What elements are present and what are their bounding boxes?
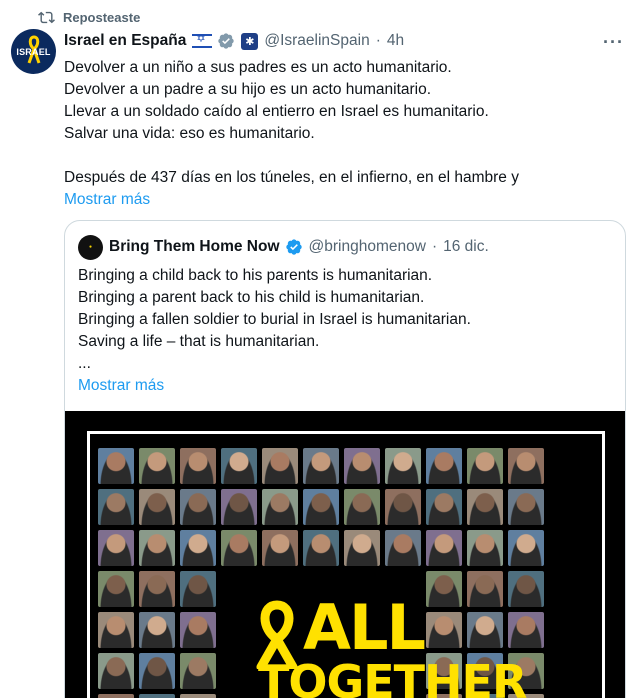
verified-badge-icon (285, 239, 302, 255)
quote-header: ● Bring Them Home Now @bringhomenow · 16… (78, 234, 489, 260)
author-handle[interactable]: @IsraelinSpain (264, 32, 369, 50)
hostage-photo-tile (139, 694, 175, 698)
hostage-photo-tile (139, 448, 175, 484)
hostage-photo-tile (467, 530, 503, 566)
hostage-photo-tile (303, 448, 339, 484)
poster-word-all: ALL (303, 591, 426, 664)
quote-post-time[interactable]: 16 dic. (443, 238, 489, 256)
tweet-line: Llevar a un soldado caído al entierro en… (64, 103, 489, 120)
hostage-photo-tile (262, 489, 298, 525)
author-avatar[interactable]: ISRAEL (11, 29, 56, 74)
hostage-photo-tile (467, 489, 503, 525)
hostage-photo-tile (467, 448, 503, 484)
hostage-photo-tile (180, 653, 216, 689)
hostage-photo-tile (180, 612, 216, 648)
hostage-photo-tile (426, 612, 462, 648)
hostage-photo-tile (344, 448, 380, 484)
israel-flag-icon (192, 32, 213, 48)
hostage-photo-tile (221, 448, 257, 484)
hostage-photo-tile (508, 530, 544, 566)
hostage-photo-tile (98, 694, 134, 698)
hostage-photo-tile (98, 571, 134, 607)
hostage-photo-tile (180, 571, 216, 607)
hostage-photo-tile (262, 530, 298, 566)
repost-label: Reposteaste (63, 9, 141, 25)
hostage-photo-tile (385, 530, 421, 566)
quote-author-avatar[interactable]: ● (78, 234, 103, 260)
quote-show-more-link[interactable]: Mostrar más (78, 375, 598, 397)
hostage-photo-tile (221, 489, 257, 525)
quote-line: Bringing a fallen soldier to burial in I… (78, 311, 471, 328)
avatar-brand-text: ISRAEL (16, 46, 51, 57)
more-options-icon[interactable]: ··· (603, 32, 624, 53)
quote-author-handle[interactable]: @bringhomenow (309, 238, 426, 256)
hostage-photo-tile (139, 489, 175, 525)
hostage-photo-tile (98, 448, 134, 484)
hostage-photo-tile (303, 489, 339, 525)
hostage-photo-tile (426, 448, 462, 484)
hostage-photo-tile (180, 448, 216, 484)
tweet-line-blank (64, 145, 624, 167)
hostage-photo-tile (180, 694, 216, 698)
hostage-photo-tile (344, 489, 380, 525)
verified-badge-icon (218, 33, 235, 49)
meta-separator: · (375, 32, 381, 49)
tweet-header: Israel en España ✱ @IsraelinSpain · 4h (64, 31, 630, 51)
hostage-photo-tile (467, 571, 503, 607)
hostage-photo-tile (467, 612, 503, 648)
hostage-photo-tile (139, 530, 175, 566)
post-time[interactable]: 4h (387, 32, 404, 50)
quote-line: Bringing a parent back to his child is h… (78, 289, 425, 306)
hostage-photo-tile (98, 653, 134, 689)
hostage-photo-tile (508, 571, 544, 607)
hostage-photo-tile (508, 489, 544, 525)
hostage-photo-tile (98, 489, 134, 525)
quote-line: ... (78, 355, 91, 372)
hostage-photo-tile (344, 530, 380, 566)
hostage-photo-tile (508, 612, 544, 648)
quote-line: Bringing a child back to his parents is … (78, 267, 433, 284)
hostage-photo-tile (98, 612, 134, 648)
hostage-photo-tile (139, 653, 175, 689)
tweet-body: Devolver a un niño a sus padres es un ac… (64, 57, 624, 211)
hostage-photo-tile (139, 612, 175, 648)
hostage-photo-tile (426, 489, 462, 525)
affiliation-badge-icon: ✱ (241, 32, 259, 50)
hostage-photo-tile (98, 530, 134, 566)
author-name[interactable]: Israel en España (64, 32, 186, 50)
tweet-line: Devolver a un niño a sus padres es un ac… (64, 59, 452, 76)
tweet-line: Después de 437 días en los túneles, en e… (64, 169, 519, 186)
quote-body: Bringing a child back to his parents is … (78, 265, 598, 397)
hostage-photo-tile (180, 489, 216, 525)
quote-image[interactable]: ALL TOGETHER (65, 411, 625, 698)
hostage-photo-tile (426, 530, 462, 566)
tweet-line: Devolver a un padre a su hijo es un acto… (64, 81, 432, 98)
poster-word-together: TOGETHER (258, 655, 527, 698)
hostage-photo-tile (139, 571, 175, 607)
hostage-photo-tile (508, 448, 544, 484)
quoted-tweet[interactable]: ● Bring Them Home Now @bringhomenow · 16… (64, 220, 626, 698)
show-more-link[interactable]: Mostrar más (64, 189, 624, 211)
hostage-photo-tile (262, 448, 298, 484)
repost-indicator: Reposteaste (38, 8, 140, 26)
hostage-photo-tile (385, 489, 421, 525)
quote-line: Saving a life – that is humanitarian. (78, 333, 320, 350)
hostage-photo-tile (221, 530, 257, 566)
hostage-photo-tile (303, 530, 339, 566)
repost-icon (38, 11, 55, 23)
tweet-line: Salvar una vida: eso es humanitario. (64, 125, 315, 142)
meta-separator: · (431, 238, 438, 255)
hostage-photo-tile (426, 571, 462, 607)
hostage-photo-tile (385, 448, 421, 484)
hostage-photo-tile (180, 530, 216, 566)
quote-author-name[interactable]: Bring Them Home Now (109, 238, 280, 256)
